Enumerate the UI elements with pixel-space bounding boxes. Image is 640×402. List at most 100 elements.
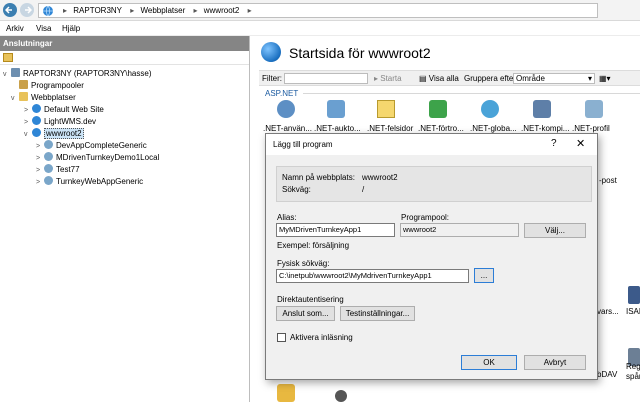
close-button[interactable]: ✕ [576, 137, 585, 150]
feature-label[interactable]: Reg [626, 362, 640, 371]
filter-label: Filter: [262, 74, 282, 83]
back-arrow-icon [5, 6, 12, 14]
chevron-right-icon[interactable]: > [36, 177, 44, 188]
pass-through-label: Direktautentisering [277, 295, 344, 304]
group-by-select[interactable]: Område ▾ [513, 73, 595, 84]
section-divider [303, 93, 640, 94]
connections-header: Anslutningar [0, 36, 249, 51]
tree-node-server[interactable]: v RAPTOR3NY (RAPTOR3NY\hasse) [3, 68, 151, 79]
connections-pane: Anslutningar v RAPTOR3NY (RAPTOR3NY\hasse… [0, 36, 250, 402]
globe-icon [32, 104, 41, 113]
forward-arrow-icon [25, 6, 32, 14]
group-by-label: Gruppera efter: [464, 74, 519, 83]
menu-file[interactable]: Arkiv [6, 24, 24, 33]
tree-node-application[interactable]: > TurnkeyWebAppGeneric [36, 176, 143, 187]
profile-icon[interactable] [585, 100, 603, 118]
feature-label[interactable]: .NET-felsidor [367, 124, 413, 133]
connect-icon[interactable] [3, 53, 13, 62]
breadcrumb-separator: ▸ [63, 6, 68, 15]
chevron-right-icon[interactable]: > [36, 165, 44, 176]
tree-node-site[interactable]: > Default Web Site [24, 104, 104, 115]
test-settings-button[interactable]: Testinställningar... [340, 306, 415, 321]
server-icon [11, 68, 20, 77]
chevron-right-icon[interactable]: > [24, 105, 32, 116]
feature-label[interactable]: spårn [626, 372, 640, 381]
back-button[interactable] [3, 3, 17, 17]
app-pool-icon [19, 80, 28, 89]
view-toggle-button[interactable]: ▦▾ [599, 74, 611, 83]
feature-label[interactable]: ISAP [626, 307, 640, 316]
menu-view[interactable]: Visa [36, 24, 51, 33]
globalization-icon[interactable] [481, 100, 499, 118]
tree-node-application[interactable]: > Test77 [36, 164, 80, 175]
app-pool-field: wwwroot2 [400, 223, 519, 237]
error-page-icon[interactable] [377, 100, 395, 118]
show-all-icon: ▤ [419, 74, 429, 83]
tree-node-site[interactable]: > LightWMS.dev [24, 116, 96, 127]
alias-label: Alias: [277, 213, 297, 222]
help-button[interactable]: ? [551, 138, 557, 149]
feature-label[interactable]: .NET-profil [572, 124, 610, 133]
path-value: / [362, 185, 365, 194]
feature-label[interactable]: -post [599, 176, 617, 185]
menu-bar: Arkiv Visa Hjälp [0, 21, 640, 36]
filter-input[interactable] [284, 73, 368, 84]
tree-node-sites[interactable]: v Webbplatser [11, 92, 76, 103]
chevron-right-icon[interactable]: > [36, 141, 44, 152]
authorization-icon[interactable] [327, 100, 345, 118]
physical-path-label: Fysisk sökväg: [277, 259, 330, 268]
alias-input[interactable]: MyMDrivenTurnkeyApp1 [276, 223, 395, 237]
start-button[interactable]: ▸ Starta [374, 74, 402, 83]
feature-label[interactable]: .NET-använ... [263, 124, 312, 133]
lock-icon[interactable] [277, 384, 295, 402]
enable-preload-label: Aktivera inläsning [290, 333, 353, 342]
globe-icon [43, 5, 53, 17]
feature-label[interactable]: .NET-aukto... [314, 124, 361, 133]
feature-label[interactable]: .NET-förtro... [418, 124, 464, 133]
ok-button[interactable]: OK [461, 355, 517, 370]
connect-as-button[interactable]: Anslut som... [276, 306, 335, 321]
forward-button[interactable] [20, 3, 34, 17]
chevron-right-icon[interactable]: > [36, 153, 44, 164]
browse-button[interactable]: ... [474, 268, 494, 283]
app-pool-label: Programpool: [401, 213, 450, 222]
page-title: Startsida för wwwroot2 [289, 45, 431, 61]
select-pool-button[interactable]: Välj... [524, 223, 586, 238]
address-box[interactable]: ▸ RAPTOR3NY ▸ Webbplatser ▸ wwwroot2 ▸ [38, 3, 598, 18]
path-label: Sökväg: [282, 185, 311, 194]
application-icon [44, 176, 53, 185]
isapi-icon[interactable] [628, 286, 640, 304]
application-icon [44, 152, 53, 161]
chevron-down-icon[interactable]: v [3, 69, 11, 80]
feature-label[interactable]: vars... [597, 307, 619, 316]
site-name-label: Namn på webbplats: [282, 173, 355, 182]
address-bar: ▸ RAPTOR3NY ▸ Webbplatser ▸ wwwroot2 ▸ [0, 0, 640, 21]
feature-label[interactable]: bDAV [597, 370, 617, 379]
breadcrumb-server[interactable]: RAPTOR3NY [73, 6, 122, 15]
compilation-icon[interactable] [533, 100, 551, 118]
breadcrumb-site[interactable]: wwwroot2 [204, 6, 240, 15]
filter-bar: Filter: ▸ Starta ▤ Visa alla Gruppera ef… [259, 70, 640, 86]
tree-node-application[interactable]: > MDrivenTurnkeyDemo1Local [36, 152, 159, 163]
tree-node-site-selected[interactable]: v wwwroot2 [24, 128, 84, 139]
chevron-right-icon[interactable]: > [24, 117, 32, 128]
tree-node-application[interactable]: > DevAppCompleteGeneric [36, 140, 147, 151]
tree-node-app-pools[interactable]: Programpooler [11, 80, 84, 91]
chevron-down-icon[interactable]: v [11, 93, 19, 104]
cancel-button[interactable]: Avbryt [524, 355, 586, 370]
feature-label[interactable]: .NET-kompi... [521, 124, 569, 133]
breadcrumb-separator: ▸ [247, 6, 252, 15]
breadcrumb-sites[interactable]: Webbplatser [141, 6, 186, 15]
menu-help[interactable]: Hjälp [62, 24, 80, 33]
user-icon[interactable] [277, 100, 295, 118]
site-name-value: wwwroot2 [362, 173, 398, 182]
show-all-button[interactable]: ▤ Visa alla [419, 74, 459, 83]
feature-label[interactable]: .NET-globa... [470, 124, 517, 133]
connections-toolbar [0, 51, 249, 65]
chevron-down-icon[interactable]: v [24, 129, 32, 140]
settings-icon[interactable] [335, 390, 347, 402]
physical-path-input[interactable]: C:\inetpub\wwwroot2\MyMdrivenTurnkeyApp1 [276, 269, 469, 283]
application-icon [44, 164, 53, 173]
enable-preload-checkbox[interactable] [277, 333, 286, 342]
trust-icon[interactable] [429, 100, 447, 118]
